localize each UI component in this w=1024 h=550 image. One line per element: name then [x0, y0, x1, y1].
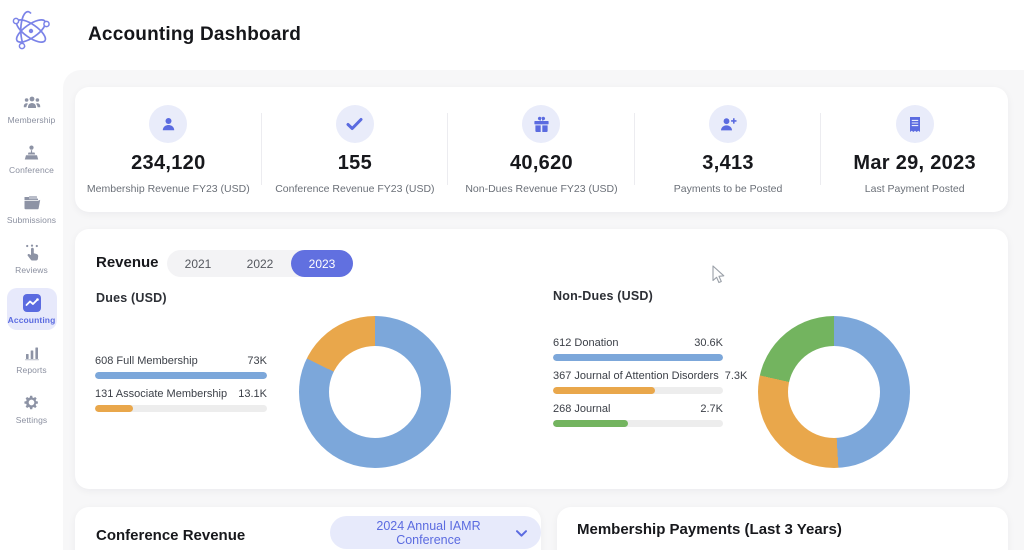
legend-label: 367 Journal of Attention Disorders — [553, 370, 719, 382]
sidebar: Membership Conference Submi — [0, 0, 63, 550]
legend-label: 612 Donation — [553, 337, 618, 349]
sidebar-item-conference[interactable]: Conference — [7, 138, 57, 180]
legend-label: 268 Journal — [553, 403, 611, 415]
sidebar-item-label: Settings — [16, 415, 48, 425]
stat-nondues-revenue: 40,620 Non-Dues Revenue FY23 (USD) — [448, 87, 635, 212]
conference-revenue-title: Conference Revenue — [96, 527, 245, 544]
sidebar-item-submissions[interactable]: Submissions — [7, 188, 57, 230]
sidebar-item-label: Accounting — [8, 315, 56, 325]
sidebar-nav: Membership Conference Submi — [0, 88, 63, 438]
sidebar-item-settings[interactable]: Settings — [7, 388, 57, 430]
person-icon — [149, 105, 187, 143]
sidebar-item-reports[interactable]: Reports — [7, 338, 57, 380]
stat-value: 155 — [338, 152, 372, 175]
sidebar-item-label: Submissions — [7, 215, 56, 225]
stat-label: Membership Revenue FY23 (USD) — [87, 183, 250, 195]
stat-value: Mar 29, 2023 — [853, 152, 976, 175]
nondues-chart: Non-Dues (USD) 612 Donation 30.6K 367 Jour… — [75, 229, 1008, 489]
stat-label: Payments to be Posted — [674, 183, 783, 195]
reports-bar-chart-icon — [22, 344, 42, 362]
legend-bar-fill — [553, 387, 655, 394]
accounting-chart-icon — [22, 294, 42, 312]
sidebar-item-reviews[interactable]: Reviews — [7, 238, 57, 280]
conference-podium-icon — [22, 144, 42, 162]
conference-selector-value: 2024 Annual IAMR Conference — [348, 519, 509, 547]
sidebar-item-label: Reports — [16, 365, 46, 375]
legend-bar-track — [553, 387, 723, 394]
gift-icon — [522, 105, 560, 143]
legend-bar-track — [553, 354, 723, 361]
nondues-donut — [758, 316, 910, 468]
revenue-card: Revenue 2021 2022 2023 Dues (USD) 608 Fu… — [75, 229, 1008, 489]
submissions-folder-icon — [22, 194, 42, 212]
legend-row: 612 Donation 30.6K — [553, 337, 723, 361]
stat-label: Last Payment Posted — [865, 183, 965, 195]
sidebar-item-label: Membership — [8, 115, 56, 125]
legend-bar-track — [553, 420, 723, 427]
receipt-icon — [896, 105, 934, 143]
chevron-down-icon — [516, 526, 527, 540]
legend-value: 2.7K — [700, 403, 723, 415]
stat-value: 234,120 — [131, 152, 205, 175]
sidebar-item-label: Conference — [9, 165, 54, 175]
person-add-icon — [709, 105, 747, 143]
legend-value: 30.6K — [694, 337, 723, 349]
stat-payments-to-post: 3,413 Payments to be Posted — [635, 87, 822, 212]
conference-selector-dropdown[interactable]: 2024 Annual IAMR Conference — [330, 516, 541, 549]
stat-value: 40,620 — [510, 152, 573, 175]
page-title: Accounting Dashboard — [88, 24, 301, 46]
legend-value: 7.3K — [725, 370, 748, 382]
membership-payments-card: Membership Payments (Last 3 Years) — [557, 507, 1008, 550]
legend-row: 268 Journal 2.7K — [553, 403, 723, 427]
settings-gear-icon — [22, 394, 42, 412]
stat-label: Conference Revenue FY23 (USD) — [275, 183, 434, 195]
legend-bar-fill — [553, 420, 628, 427]
legend-row: 367 Journal of Attention Disorders7.3K — [553, 370, 723, 394]
conference-revenue-card: Conference Revenue 2024 Annual IAMR Conf… — [75, 507, 541, 550]
sidebar-item-membership[interactable]: Membership — [7, 88, 57, 130]
members-group-icon — [22, 94, 42, 112]
stats-summary-card: 234,120 Membership Revenue FY23 (USD) 15… — [75, 87, 1008, 212]
stat-last-payment: Mar 29, 2023 Last Payment Posted — [821, 87, 1008, 212]
nondues-chart-title: Non-Dues (USD) — [553, 289, 653, 303]
stat-membership-revenue: 234,120 Membership Revenue FY23 (USD) — [75, 87, 262, 212]
reviews-tap-icon — [22, 244, 42, 262]
legend-bar-fill — [553, 354, 723, 361]
stat-label: Non-Dues Revenue FY23 (USD) — [465, 183, 617, 195]
legend: 612 Donation 30.6K 367 Journal of Attentio… — [553, 337, 723, 436]
check-icon — [336, 105, 374, 143]
sidebar-item-accounting[interactable]: Accounting — [7, 288, 57, 330]
membership-payments-title: Membership Payments (Last 3 Years) — [577, 521, 842, 538]
sidebar-item-label: Reviews — [15, 265, 48, 275]
stat-value: 3,413 — [702, 152, 754, 175]
app-logo-icon[interactable] — [8, 8, 54, 54]
stat-conference-revenue: 155 Conference Revenue FY23 (USD) — [262, 87, 449, 212]
